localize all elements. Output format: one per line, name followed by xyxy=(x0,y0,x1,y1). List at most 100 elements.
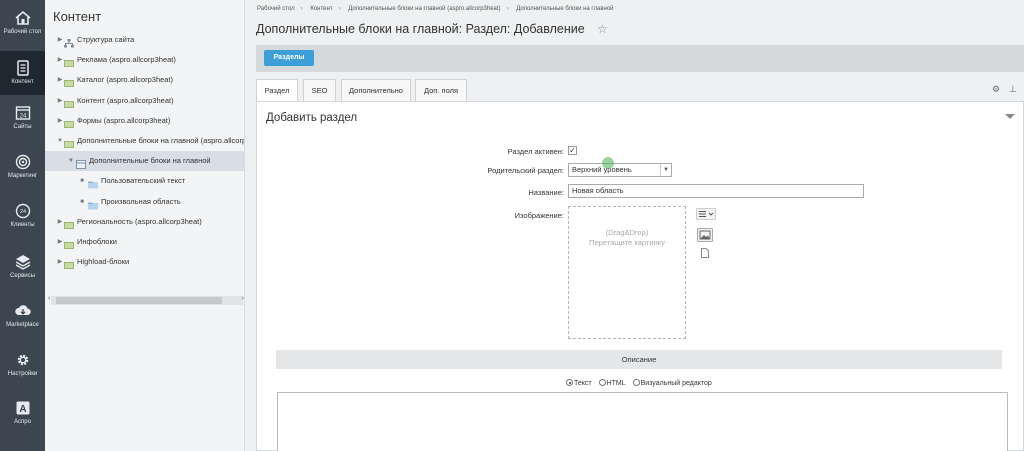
collapsed-arrow-icon[interactable]: ▶ xyxy=(56,50,64,70)
rail-item-services[interactable]: Сервисы xyxy=(0,253,45,293)
tree-item[interactable]: ▶ Реклама (aspro.allcorp3heat) xyxy=(45,50,244,70)
tree-title: Контент xyxy=(53,9,102,24)
tree-item[interactable]: ▶ Каталог (aspro.allcorp3heat) xyxy=(45,70,244,90)
settings-gear-icon[interactable]: ⚙ xyxy=(992,84,1000,95)
tree-item[interactable]: ▶ Формы (aspro.allcorp3heat) xyxy=(45,111,244,131)
active-label: Раздел активен: xyxy=(507,147,564,156)
tree-item-label: Региональность (aspro.allcorp3heat) xyxy=(77,216,202,226)
collapsed-arrow-icon[interactable]: ▶ xyxy=(56,232,64,252)
tree-horizontal-scrollbar[interactable]: ‹ › xyxy=(48,295,244,305)
rail-item-clients[interactable]: 24 Клиенты xyxy=(0,202,45,242)
breadcrumb-item[interactable]: Рабочий стол xyxy=(257,6,295,12)
rail-item-marketplace[interactable]: Marketplace xyxy=(0,302,45,342)
form-panel: Добавить раздел Раздел активен: ✓ Родите… xyxy=(256,101,1024,451)
editor-mode-html[interactable]: HTML xyxy=(598,379,626,387)
scroll-left-icon[interactable]: ‹ xyxy=(48,295,50,302)
description-section-header: Описание xyxy=(276,350,1002,369)
form-title: Добавить раздел xyxy=(266,112,358,124)
rail-item-desktop[interactable]: Рабочий стол xyxy=(0,4,45,48)
tree-item[interactable]: ■ Пользовательский текст xyxy=(45,171,244,191)
tree-item[interactable]: ▼ Дополнительные блоки на главной xyxy=(45,151,244,172)
letter-a-icon: A xyxy=(16,401,29,415)
tab-seo[interactable]: SEO xyxy=(303,79,336,101)
rail-label: Настройки xyxy=(7,371,38,377)
tree-item[interactable]: ▶ Региональность (aspro.allcorp3heat) xyxy=(45,212,244,232)
main-area: Рабочий стол › Контент › Дополнительные бл… xyxy=(246,0,1024,451)
radio[interactable] xyxy=(598,379,606,386)
tree-item[interactable]: ▶ Контент (aspro.allcorp3heat) xyxy=(45,91,244,111)
rail-item-sites[interactable]: 24 Сайты xyxy=(0,104,45,144)
chevron-down-icon: ▼ xyxy=(660,164,671,176)
rail-item-content[interactable]: Контент xyxy=(0,51,45,95)
collapsed-arrow-icon[interactable]: ▶ xyxy=(56,30,64,50)
rail-item-marketing[interactable]: Маркетинг xyxy=(0,153,45,193)
tree-item[interactable]: ▶ Инфоблоки xyxy=(45,232,244,252)
rail-item-settings[interactable]: Настройки xyxy=(0,351,45,391)
dropzone-hint: (Drag&Drop) xyxy=(605,228,649,237)
dropzone-hint: Перетащите картинку xyxy=(589,238,665,247)
name-label: Название: xyxy=(528,188,564,197)
editor-mode-visual[interactable]: Визуальный редактор xyxy=(632,379,712,387)
tree-item[interactable]: ▼ Дополнительные блоки на главной (aspro.… xyxy=(45,131,245,151)
leaf-bullet-icon: ■ xyxy=(80,178,84,185)
collapsed-arrow-icon[interactable]: ▶ xyxy=(56,212,64,232)
tree-item-label: Каталог (aspro.allcorp3heat) xyxy=(77,75,174,85)
collapsed-arrow-icon[interactable]: ▶ xyxy=(56,252,64,272)
image-dropzone[interactable]: (Drag&Drop) Перетащите картинку xyxy=(568,206,686,339)
collapsed-arrow-icon[interactable]: ▶ xyxy=(56,91,64,111)
parent-section-value: Верхний уровень xyxy=(572,165,632,174)
content-tree-panel: Контент ▶ Структура сайта ▶ Реклама (aspro.… xyxy=(45,0,245,451)
description-textarea[interactable] xyxy=(277,392,1008,451)
clock-24-icon: 24 xyxy=(15,203,30,219)
name-input[interactable]: Новая область xyxy=(568,184,864,198)
active-checkbox[interactable]: ✓ xyxy=(568,146,577,155)
breadcrumb-item[interactable]: Дополнительные блоки на главной xyxy=(516,6,613,12)
home-icon xyxy=(14,10,31,25)
tree-item-label: Произвольная область xyxy=(101,196,181,206)
expanded-arrow-icon[interactable]: ▼ xyxy=(67,151,75,171)
sections-button[interactable]: Разделы xyxy=(264,50,314,66)
breadcrumb-item[interactable]: Дополнительные блоки на главной (aspro.a… xyxy=(348,6,500,12)
radio[interactable] xyxy=(632,379,640,386)
tree-item[interactable]: ■ Произвольная область xyxy=(45,192,244,212)
cloud-download-icon xyxy=(14,305,31,315)
tree-item[interactable]: ▶ Структура сайта xyxy=(45,30,244,50)
tree-item[interactable]: ▶ Highload-блоки xyxy=(45,252,244,272)
iblock-icon xyxy=(64,97,74,108)
parent-section-label: Родительский раздел: xyxy=(487,166,564,175)
file-icon[interactable] xyxy=(701,248,709,258)
parent-section-select[interactable]: Верхний уровень ▼ xyxy=(568,163,672,177)
rail-label: Marketplace xyxy=(6,322,39,328)
tab-extra-fields[interactable]: Доп. поля xyxy=(415,79,467,101)
tree-item-label: Дополнительные блоки на главной xyxy=(89,156,211,166)
pin-icon[interactable]: ⊥ xyxy=(1009,84,1017,95)
collapsed-arrow-icon[interactable]: ▶ xyxy=(56,70,64,90)
editor-mode-group: Текст HTML Визуальный редактор xyxy=(566,379,717,387)
image-icon[interactable] xyxy=(697,228,713,242)
iblock-icon xyxy=(64,258,74,270)
rail-label: Клиенты xyxy=(10,222,35,228)
rail-label: Маркетинг xyxy=(7,173,38,179)
collapsed-arrow-icon[interactable]: ▶ xyxy=(56,111,64,131)
calendar-icon: 24 xyxy=(15,106,30,120)
scroll-thumb[interactable] xyxy=(56,297,222,304)
tab-section[interactable]: Раздел xyxy=(256,79,298,101)
radio-selected[interactable] xyxy=(566,379,573,386)
gear-icon xyxy=(17,354,28,366)
iblock-icon xyxy=(64,117,74,128)
editor-mode-text[interactable]: Текст xyxy=(566,379,592,387)
expanded-arrow-icon[interactable]: ▼ xyxy=(56,131,64,151)
scroll-right-icon[interactable]: › xyxy=(242,295,244,302)
rail-label: Аспро xyxy=(14,419,31,425)
menu-icon[interactable] xyxy=(696,208,716,220)
breadcrumb-separator-icon: › xyxy=(506,6,509,12)
rail-label: Контент xyxy=(11,79,34,85)
tree-item-label: Дополнительные блоки на главной (aspro.a… xyxy=(77,135,245,145)
favorite-star-icon[interactable]: ☆ xyxy=(597,22,608,36)
tab-additional[interactable]: Дополнительно xyxy=(341,79,411,101)
breadcrumb-item[interactable]: Контент xyxy=(310,6,332,12)
rail-item-aspro[interactable]: A Аспро xyxy=(0,399,45,439)
collapse-chevron-icon[interactable] xyxy=(1005,114,1015,119)
tree-item-label: Формы (aspro.allcorp3heat) xyxy=(77,115,171,125)
iblock-icon xyxy=(64,137,74,148)
